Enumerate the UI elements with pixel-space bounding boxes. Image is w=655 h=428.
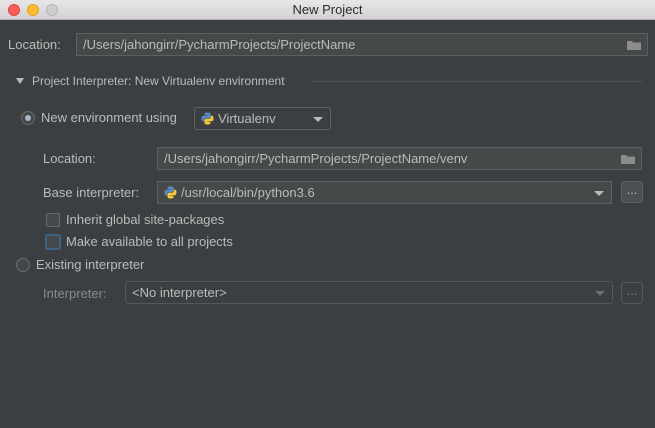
project-location-field[interactable]: /Users/jahongirr/PycharmProjects/Project… [76, 33, 648, 56]
inherit-site-packages-label[interactable]: Inherit global site-packages [66, 212, 224, 227]
base-interpreter-value: /usr/local/bin/python3.6 [181, 185, 315, 200]
base-interpreter-browse-button[interactable]: ... [621, 181, 643, 203]
make-available-checkbox[interactable] [45, 234, 61, 250]
window-title: New Project [292, 2, 363, 17]
collapse-triangle-icon[interactable] [16, 78, 24, 84]
venv-location-label: Location: [43, 151, 96, 166]
venv-location-field[interactable]: /Users/jahongirr/PycharmProjects/Project… [157, 147, 642, 170]
interpreter-value: <No interpreter> [132, 285, 227, 300]
base-interpreter-select[interactable]: /usr/local/bin/python3.6 [157, 181, 612, 204]
environment-tool-select[interactable]: Virtualenv [194, 107, 331, 130]
project-location-label: Location: [8, 37, 61, 52]
folder-icon[interactable] [627, 40, 641, 50]
folder-icon[interactable] [621, 154, 635, 164]
base-interpreter-label: Base interpreter: [43, 185, 140, 200]
interpreter-section-title[interactable]: Project Interpreter: New Virtualenv envi… [32, 74, 285, 88]
chevron-down-icon [313, 117, 323, 122]
chevron-down-icon [594, 191, 604, 196]
chevron-down-icon [595, 291, 605, 296]
existing-interpreter-radio[interactable] [16, 258, 30, 272]
title-bar: New Project [0, 0, 655, 20]
python-icon [164, 186, 177, 199]
new-environment-radio[interactable] [21, 111, 35, 125]
interpreter-browse-button[interactable]: ... [621, 282, 643, 304]
make-available-label[interactable]: Make available to all projects [66, 234, 233, 249]
environment-tool-value: Virtualenv [218, 111, 276, 126]
existing-interpreter-label[interactable]: Existing interpreter [36, 257, 144, 272]
interpreter-label: Interpreter: [43, 286, 107, 301]
interpreter-select[interactable]: <No interpreter> [125, 281, 613, 304]
inherit-site-packages-checkbox[interactable] [46, 213, 60, 227]
section-separator [312, 81, 642, 82]
venv-location-value: /Users/jahongirr/PycharmProjects/Project… [164, 151, 468, 166]
project-location-value: /Users/jahongirr/PycharmProjects/Project… [83, 37, 356, 52]
python-icon [201, 112, 214, 125]
new-environment-label[interactable]: New environment using [41, 110, 177, 125]
